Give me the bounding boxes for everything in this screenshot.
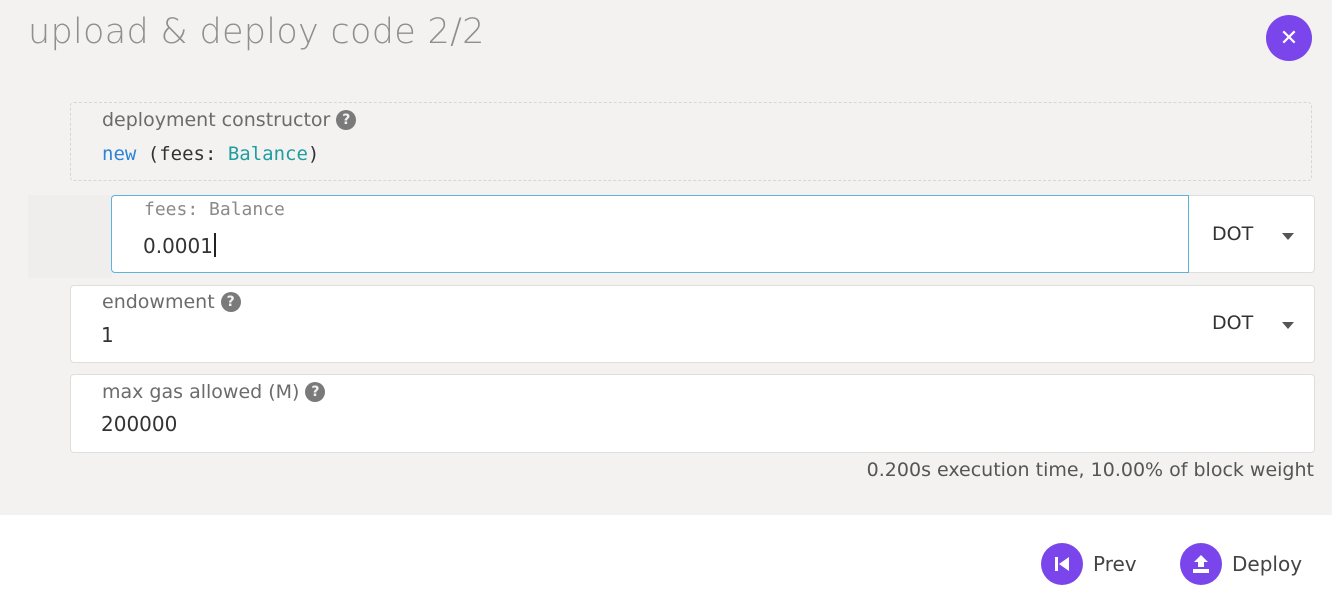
endowment-unit-select[interactable]: DOT bbox=[1212, 312, 1253, 334]
constructor-param-type: Balance bbox=[227, 143, 308, 165]
modal-content: upload & deploy code 2/2 ✕ deployment co… bbox=[0, 0, 1332, 515]
constructor-keyword: new bbox=[102, 143, 137, 165]
constructor-params-close: ) bbox=[307, 143, 320, 165]
constructor-params-open: (fees: bbox=[136, 143, 228, 165]
gas-hint: 0.200s execution time, 10.00% of block w… bbox=[866, 459, 1314, 481]
fees-label: fees: Balance bbox=[144, 199, 285, 220]
skip-back-icon bbox=[1041, 543, 1083, 585]
constructor-signature: new (fees: Balance) bbox=[102, 143, 319, 165]
endowment-unit: DOT bbox=[1212, 312, 1254, 334]
endowment-label: endowment bbox=[102, 291, 215, 313]
endowment-value[interactable]: 1 bbox=[101, 323, 114, 347]
chevron-down-icon[interactable] bbox=[1282, 322, 1294, 329]
deploy-label: Deploy bbox=[1232, 552, 1303, 576]
fees-unit-select[interactable]: DOT bbox=[1212, 223, 1253, 245]
help-icon[interactable]: ? bbox=[336, 110, 357, 130]
endowment-label-row: endowment ? bbox=[102, 291, 241, 313]
fees-value: 0.0001 bbox=[143, 234, 213, 258]
param-indent bbox=[28, 195, 112, 278]
fees-value-row: 0.0001 bbox=[143, 233, 216, 258]
upload-icon bbox=[1180, 543, 1222, 585]
gas-label-row: max gas allowed (M) ? bbox=[102, 381, 326, 403]
help-icon[interactable]: ? bbox=[220, 292, 241, 312]
deploy-button[interactable]: Deploy bbox=[1180, 543, 1302, 585]
chevron-down-icon[interactable] bbox=[1282, 233, 1294, 240]
close-button[interactable]: ✕ bbox=[1266, 15, 1312, 61]
text-cursor bbox=[213, 233, 216, 257]
gas-label: max gas allowed (M) bbox=[102, 381, 300, 403]
constructor-label-row: deployment constructor ? bbox=[102, 109, 357, 131]
modal-title: upload & deploy code 2/2 bbox=[28, 12, 485, 52]
help-icon[interactable]: ? bbox=[305, 382, 326, 402]
gas-value[interactable]: 200000 bbox=[101, 412, 177, 436]
constructor-label: deployment constructor bbox=[102, 109, 331, 131]
endowment-field[interactable] bbox=[70, 285, 1315, 363]
prev-button[interactable]: Prev bbox=[1041, 543, 1137, 585]
close-icon: ✕ bbox=[1279, 25, 1299, 51]
prev-label: Prev bbox=[1093, 552, 1137, 576]
fees-unit: DOT bbox=[1212, 223, 1254, 245]
